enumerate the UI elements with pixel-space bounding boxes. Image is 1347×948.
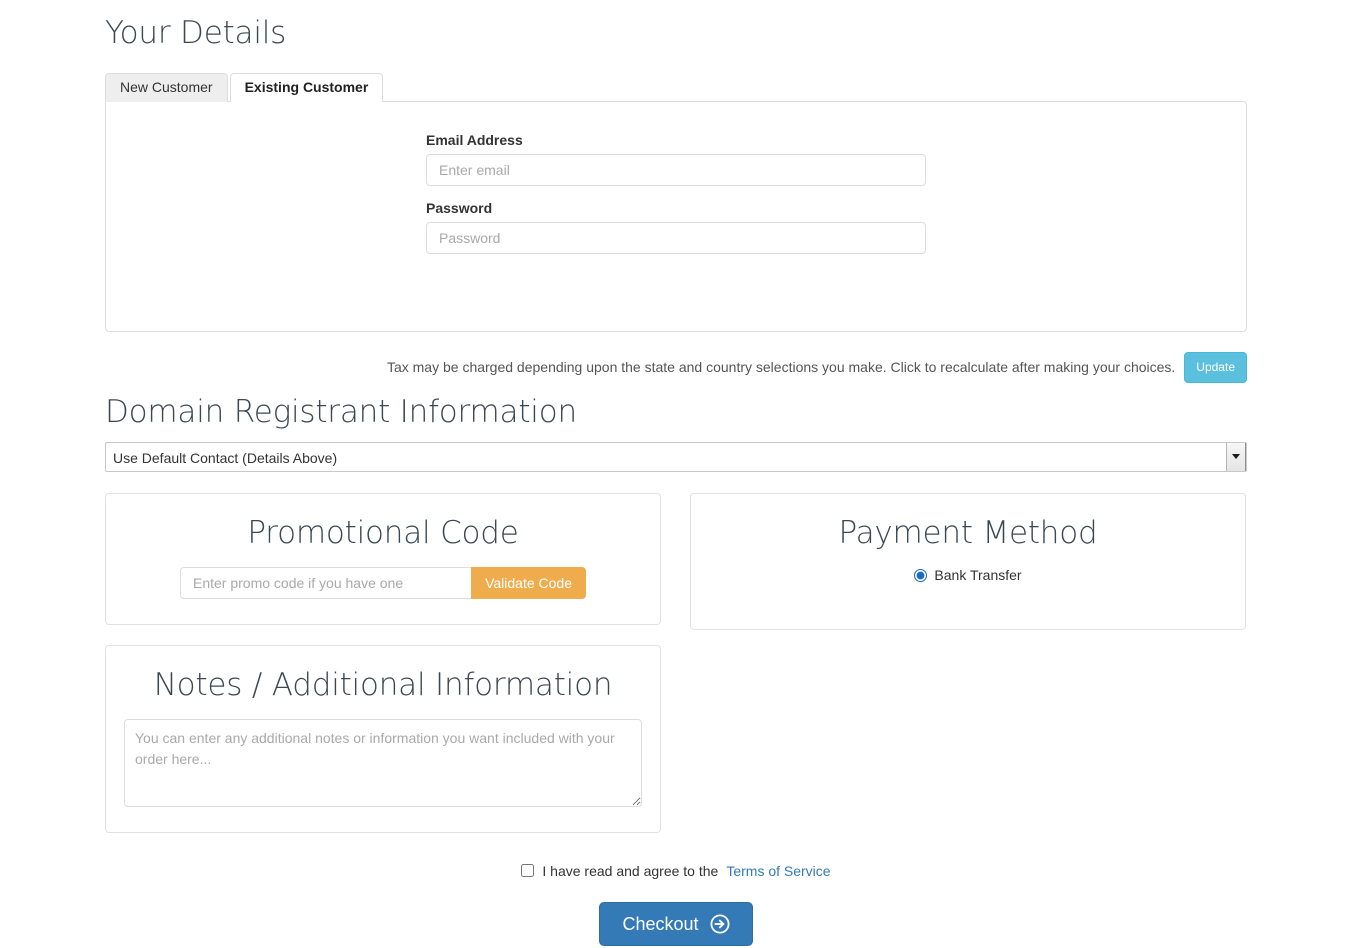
checkout-button[interactable]: Checkout [599, 901, 753, 946]
customer-tabs: New Customer Existing Customer [105, 73, 1247, 103]
payment-option-bank-transfer[interactable]: Bank Transfer [709, 567, 1227, 583]
right-column: Payment Method Bank Transfer [690, 492, 1246, 630]
tab-new-customer-label: New Customer [120, 79, 213, 95]
terms-of-service-link[interactable]: Terms of Service [726, 863, 830, 879]
email-field[interactable] [426, 154, 926, 186]
checkout-button-label: Checkout [622, 913, 699, 934]
tax-notice-row: Tax may be charged depending upon the st… [105, 352, 1247, 383]
terms-agreement-text: I have read and agree to the [542, 862, 719, 879]
left-column: Promotional Code Validate Code Notes / A… [105, 492, 661, 833]
registrant-section-title: Domain Registrant Information [105, 393, 577, 430]
promo-code-input[interactable] [180, 567, 472, 600]
login-form: Email Address Password [426, 132, 926, 254]
promotional-code-panel: Promotional Code Validate Code [105, 492, 661, 625]
registrant-contact-select-wrap: Use Default Contact (Details Above) [105, 441, 1247, 472]
payment-method-panel: Payment Method Bank Transfer [690, 492, 1246, 630]
password-label: Password [426, 200, 493, 216]
tab-new-customer[interactable]: New Customer [105, 73, 228, 102]
bank-transfer-label: Bank Transfer [934, 567, 1022, 584]
promo-input-group: Validate Code [180, 567, 586, 600]
payment-title: Payment Method [838, 514, 1098, 551]
registrant-contact-select[interactable]: Use Default Contact (Details Above) [105, 441, 1247, 472]
password-form-group: Password [426, 200, 926, 254]
password-field[interactable] [426, 222, 926, 254]
checkout-page: Your Details New Customer Existing Custo… [105, 0, 1247, 946]
validate-code-button[interactable]: Validate Code [471, 567, 586, 600]
terms-checkbox[interactable] [521, 864, 535, 878]
notes-textarea[interactable] [124, 719, 642, 808]
page-title: Your Details [105, 15, 287, 51]
update-tax-button[interactable]: Update [1184, 352, 1247, 383]
promo-payment-row: Promotional Code Validate Code Notes / A… [105, 492, 1247, 833]
tab-existing-customer-label: Existing Customer [244, 79, 369, 95]
existing-customer-panel: Email Address Password [105, 101, 1247, 332]
email-label: Email Address [426, 132, 523, 148]
bank-transfer-radio[interactable] [914, 568, 928, 582]
email-form-group: Email Address [426, 132, 926, 186]
promo-title: Promotional Code [247, 514, 519, 551]
checkout-row: Checkout [105, 901, 1247, 946]
notes-panel: Notes / Additional Information [105, 644, 661, 833]
tab-existing-customer[interactable]: Existing Customer [229, 73, 384, 103]
arrow-circle-right-icon [710, 914, 730, 934]
notes-title: Notes / Additional Information [153, 666, 613, 703]
terms-agreement-row: I have read and agree to the Terms of Se… [105, 863, 1247, 879]
tax-notice-text: Tax may be charged depending upon the st… [386, 359, 1176, 376]
